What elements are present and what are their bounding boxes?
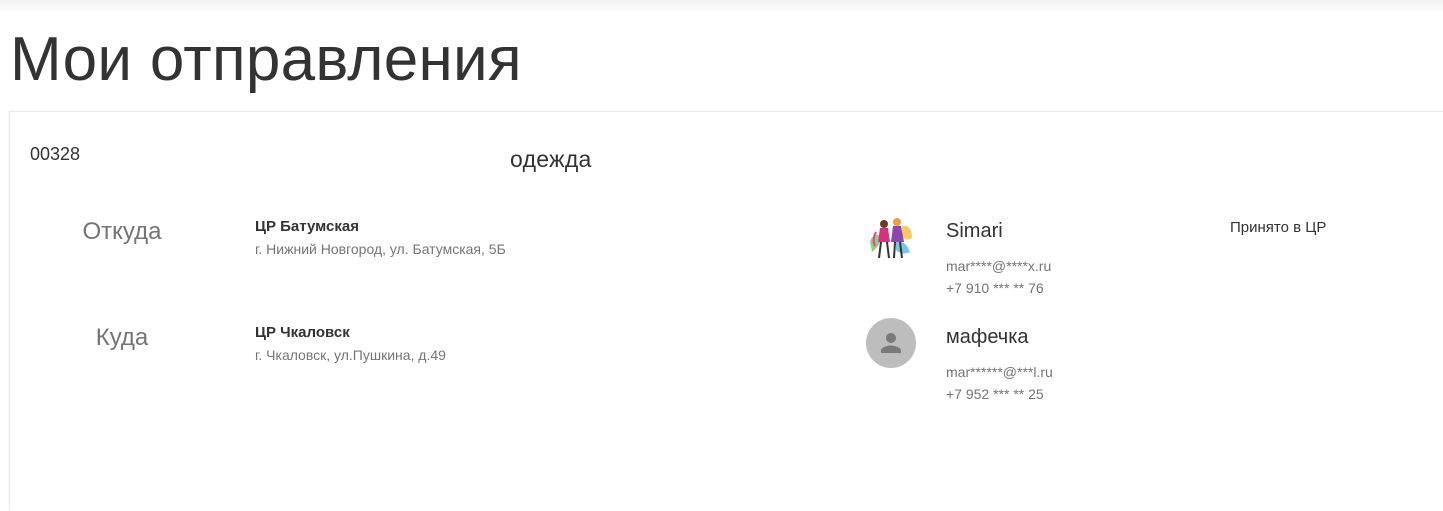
from-label: Откуда <box>82 218 162 245</box>
sender-email: mar****@****x.ru <box>946 258 1052 274</box>
default-person-icon <box>881 333 901 353</box>
from-point-name: ЦР Батумская <box>255 218 359 235</box>
top-bar <box>0 0 1443 14</box>
recipient-phone: +7 952 *** ** 25 <box>946 386 1044 402</box>
to-point-name: ЦР Чкаловск <box>255 324 350 341</box>
fashion-illustration-avatar-icon <box>866 212 916 262</box>
sender-name: Simari <box>946 220 1003 242</box>
shipment-description: одежда <box>510 146 592 172</box>
from-point-address: г. Нижний Новгород, ул. Батумская, 5Б <box>255 241 506 257</box>
to-point-address: г. Чкаловск, ул.Пушкина, д.49 <box>255 347 446 363</box>
recipient-avatar <box>866 318 916 368</box>
recipient-email: mar******@***l.ru <box>946 364 1053 380</box>
sender-avatar <box>866 212 916 262</box>
to-label: Куда <box>95 324 149 351</box>
page-title: Мои отправления <box>10 25 522 94</box>
shipment-status: Принято в ЦР <box>1230 219 1327 236</box>
shipment-id: 00328 <box>30 144 81 164</box>
shipment-card[interactable]: 00328 одежда Откуда ЦР Батумская г. Нижн… <box>9 111 1443 511</box>
recipient-name: мафечка <box>946 326 1029 348</box>
sender-phone: +7 910 *** ** 76 <box>946 280 1044 296</box>
